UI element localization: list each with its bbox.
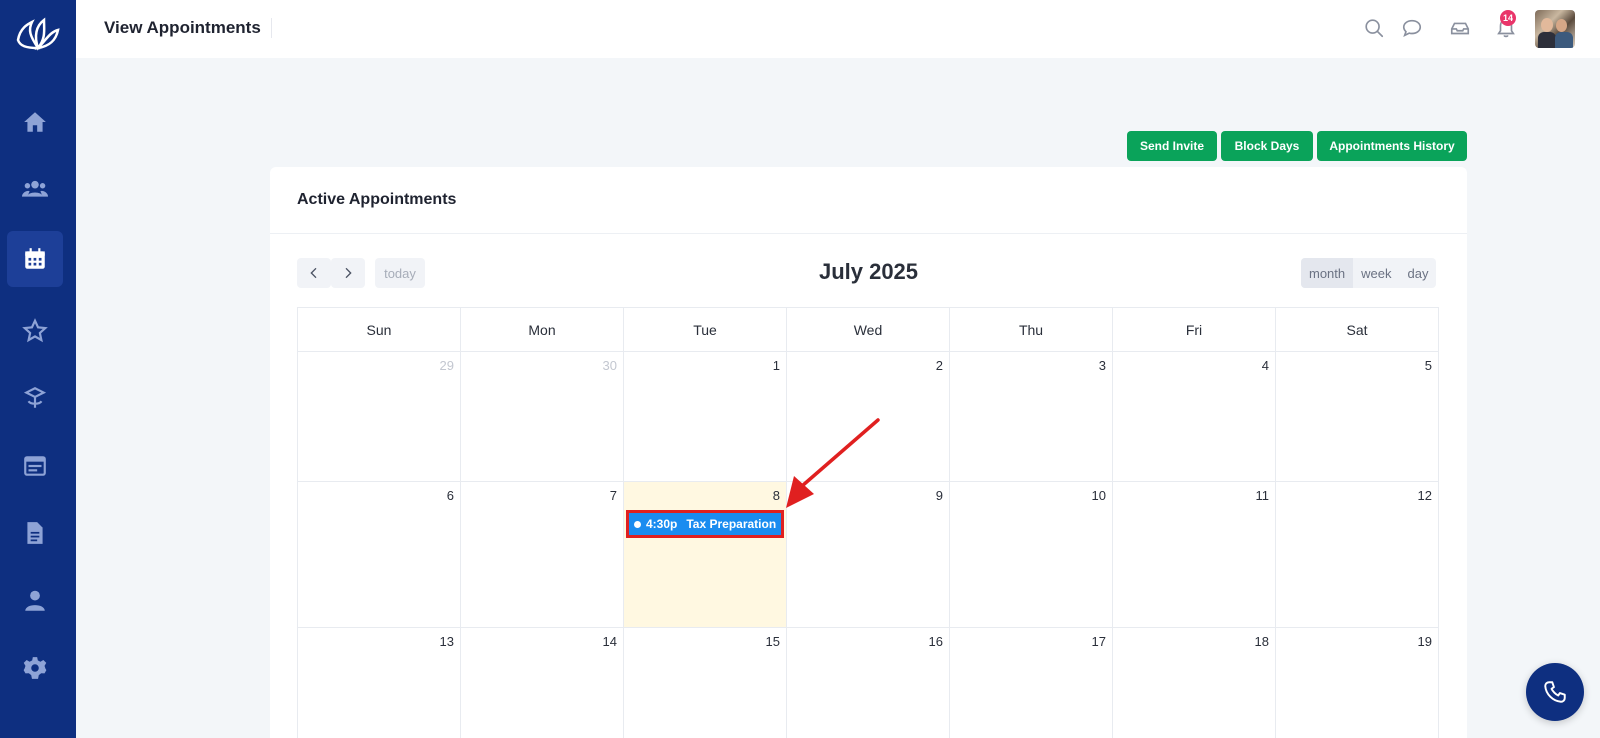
day-view-button[interactable]: day [1400, 258, 1437, 288]
sidebar-item-browser[interactable] [7, 438, 63, 494]
sidebar [0, 0, 76, 738]
day-cell[interactable]: 1 [624, 352, 787, 482]
day-number: 7 [609, 488, 617, 503]
sidebar-item-settings[interactable] [7, 640, 63, 696]
chat-icon [1402, 19, 1422, 37]
day-number: 16 [928, 634, 943, 649]
day-number: 6 [446, 488, 454, 503]
annotation-arrow [786, 418, 880, 508]
day-number: 19 [1417, 634, 1432, 649]
user-avatar[interactable] [1535, 10, 1575, 48]
sidebar-item-favorites[interactable] [7, 303, 63, 359]
day-cell[interactable]: 12 [1276, 482, 1439, 628]
calendar-title: July 2025 [818, 259, 919, 284]
day-cell[interactable]: 17 [950, 628, 1113, 738]
calendar-grid: Sun Mon Tue Wed Thu Fri Sat 29 30 1 2 3 … [297, 307, 1439, 738]
day-number: 3 [1098, 358, 1106, 373]
day-cell[interactable]: 4 [1113, 352, 1276, 482]
phone-icon [1544, 681, 1566, 703]
day-cell[interactable]: 5 [1276, 352, 1439, 482]
day-cell[interactable]: 3 [950, 352, 1113, 482]
day-cell[interactable]: 10 [950, 482, 1113, 628]
event-time: 4:30p [646, 517, 678, 531]
day-number: 29 [439, 358, 454, 373]
sidebar-item-documents[interactable] [7, 505, 63, 561]
day-cell[interactable]: 11 [1113, 482, 1276, 628]
card-divider [270, 233, 1467, 234]
day-number: 18 [1254, 634, 1269, 649]
search-icon [1365, 19, 1384, 38]
month-view-button[interactable]: month [1301, 258, 1354, 288]
card-title: Active Appointments [297, 191, 457, 208]
appointments-history-button[interactable]: Appointments History [1317, 131, 1467, 161]
day-number: 4 [1261, 358, 1269, 373]
send-invite-button[interactable]: Send Invite [1127, 131, 1217, 161]
page-title: View Appointments [104, 18, 272, 38]
chat-button[interactable] [1400, 16, 1424, 40]
weekday-header: Sat [1276, 308, 1439, 352]
app-logo[interactable] [14, 14, 62, 56]
logo-icon [16, 17, 60, 51]
weekday-header: Sun [298, 308, 461, 352]
day-number: 15 [765, 634, 780, 649]
search-button[interactable] [1362, 16, 1386, 40]
day-number: 14 [602, 634, 617, 649]
weekday-header: Wed [787, 308, 950, 352]
event-dot [634, 520, 641, 528]
day-number: 30 [602, 358, 617, 373]
package-icon [23, 387, 47, 408]
weekday-header: Thu [950, 308, 1113, 352]
day-number: 17 [1091, 634, 1106, 649]
users-icon [22, 180, 48, 197]
day-number: 12 [1417, 488, 1432, 503]
day-cell-today[interactable]: 8 4:30p Tax Preparation [624, 482, 787, 628]
sidebar-item-users[interactable] [7, 161, 63, 217]
browser-icon [24, 456, 46, 476]
view-switcher: month week day [1301, 258, 1437, 288]
day-number: 1 [772, 358, 780, 373]
gear-icon [23, 657, 47, 679]
calendar-week-row: 13 14 15 16 17 18 19 [298, 628, 1439, 738]
day-number: 11 [1255, 488, 1270, 503]
day-number: 13 [439, 634, 454, 649]
block-days-button[interactable]: Block Days [1221, 131, 1313, 161]
sidebar-item-packages[interactable] [7, 370, 63, 426]
day-number: 8 [772, 488, 780, 503]
sidebar-item-calendar[interactable] [7, 231, 63, 287]
event-title: Tax Preparation [686, 517, 777, 531]
user-icon [25, 590, 45, 611]
day-cell[interactable]: 29 [298, 352, 461, 482]
appointment-event[interactable]: 4:30p Tax Preparation [626, 510, 784, 538]
day-number: 9 [935, 488, 943, 503]
weekday-header: Fri [1113, 308, 1276, 352]
day-cell[interactable]: 16 [787, 628, 950, 738]
sidebar-item-home[interactable] [7, 94, 63, 150]
day-cell[interactable]: 13 [298, 628, 461, 738]
day-number: 2 [935, 358, 943, 373]
home-icon [24, 112, 46, 132]
day-number: 5 [1424, 358, 1432, 373]
week-view-button[interactable]: week [1353, 258, 1399, 288]
day-cell[interactable]: 15 [624, 628, 787, 738]
inbox-icon [1450, 22, 1470, 35]
weekday-header: Tue [624, 308, 787, 352]
day-cell[interactable]: 30 [461, 352, 624, 482]
calendar-icon [25, 248, 45, 269]
day-cell[interactable]: 19 [1276, 628, 1439, 738]
phone-call-button[interactable] [1526, 663, 1584, 721]
day-number: 10 [1091, 488, 1106, 503]
document-icon [27, 522, 43, 544]
day-cell[interactable]: 18 [1113, 628, 1276, 738]
day-cell[interactable]: 7 [461, 482, 624, 628]
star-icon [22, 318, 48, 343]
day-cell[interactable]: 6 [298, 482, 461, 628]
notification-badge: 14 [1500, 10, 1516, 26]
sidebar-item-profile[interactable] [7, 573, 63, 629]
weekday-header: Mon [461, 308, 624, 352]
inbox-button[interactable] [1448, 16, 1472, 40]
weekday-header-row: Sun Mon Tue Wed Thu Fri Sat [298, 308, 1439, 352]
day-cell[interactable]: 14 [461, 628, 624, 738]
